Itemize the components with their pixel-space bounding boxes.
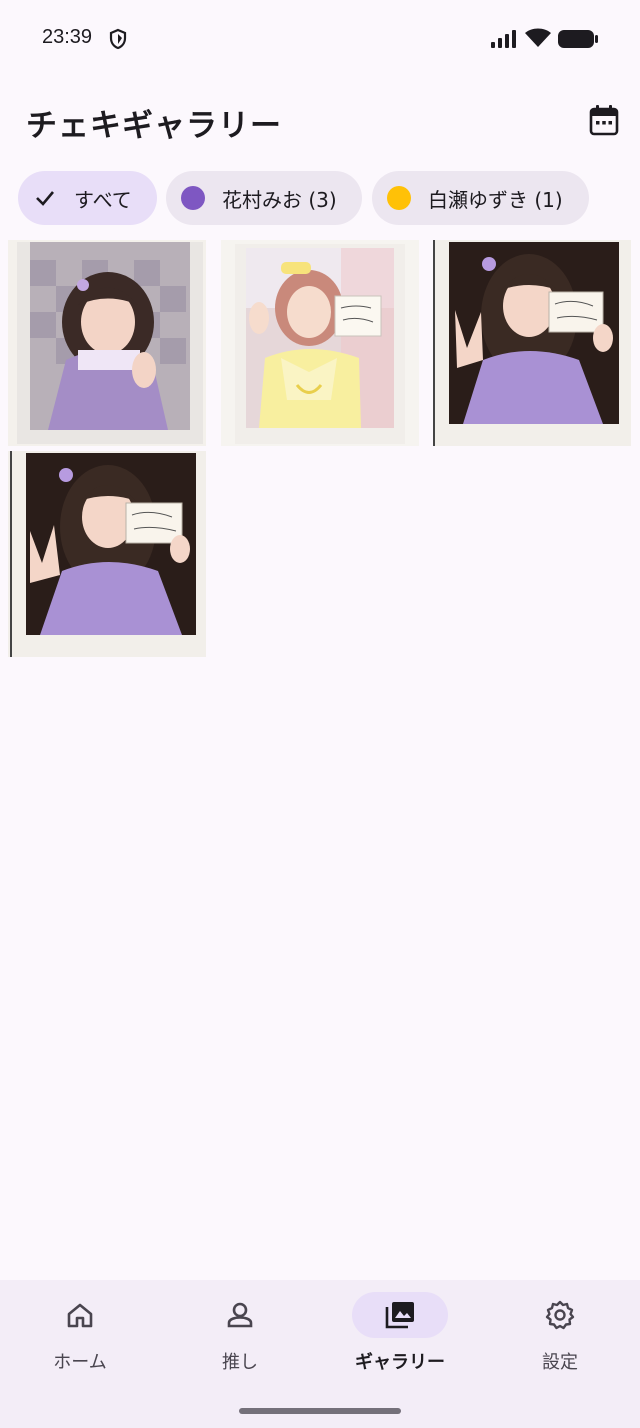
calendar-icon	[589, 105, 619, 136]
wifi-icon	[525, 28, 551, 47]
home-indicator-bar[interactable]	[239, 1408, 401, 1414]
filter-chip-hanamura-mio[interactable]: 花村みお (3)	[166, 171, 362, 225]
nav-label: 設定	[542, 1352, 578, 1373]
member-color-dot	[181, 186, 205, 210]
cheki-image	[8, 451, 206, 657]
signal-icon	[491, 30, 516, 48]
cheki-photo[interactable]	[8, 240, 206, 446]
calendar-button[interactable]	[582, 98, 626, 142]
gear-icon	[545, 1300, 575, 1330]
nav-indicator	[32, 1292, 128, 1338]
cheki-photo[interactable]	[221, 240, 419, 446]
nav-item-oshi[interactable]: 推し	[160, 1292, 320, 1392]
gallery-icon	[385, 1302, 414, 1329]
shield-icon	[109, 28, 127, 50]
nav-indicator	[512, 1292, 608, 1338]
check-icon	[36, 191, 54, 206]
filter-chip-label: 花村みお (3)	[222, 187, 337, 212]
filter-chip-all[interactable]: すべて	[18, 171, 157, 225]
bottom-navigation: ホーム 推し ギャラリー 設定	[0, 1280, 640, 1428]
filter-chip-label: 白瀬ゆずき (1)	[428, 187, 563, 212]
nav-indicator	[192, 1292, 288, 1338]
cheki-image	[221, 240, 419, 446]
status-time: 23:39	[42, 26, 93, 48]
nav-label: ホーム	[53, 1352, 107, 1373]
nav-item-home[interactable]: ホーム	[0, 1292, 160, 1392]
cheki-photo[interactable]	[433, 240, 631, 446]
page-title: チェキギャラリー	[26, 108, 282, 144]
nav-item-settings[interactable]: 設定	[480, 1292, 640, 1392]
nav-indicator	[352, 1292, 448, 1338]
filter-chip-label: すべて	[74, 187, 132, 212]
filter-chip-shirase-yuzuki[interactable]: 白瀬ゆずき (1)	[372, 171, 589, 225]
nav-item-gallery[interactable]: ギャラリー	[320, 1292, 480, 1392]
cheki-image	[8, 240, 206, 446]
nav-label: 推し	[222, 1352, 258, 1373]
member-color-dot	[387, 186, 411, 210]
nav-label: ギャラリー	[355, 1352, 445, 1373]
home-icon	[67, 1303, 93, 1328]
cheki-photo[interactable]	[8, 451, 206, 657]
status-bar: 23:39	[0, 0, 640, 80]
battery-icon	[558, 30, 598, 48]
cheki-image	[433, 240, 631, 446]
person-icon	[227, 1302, 253, 1328]
